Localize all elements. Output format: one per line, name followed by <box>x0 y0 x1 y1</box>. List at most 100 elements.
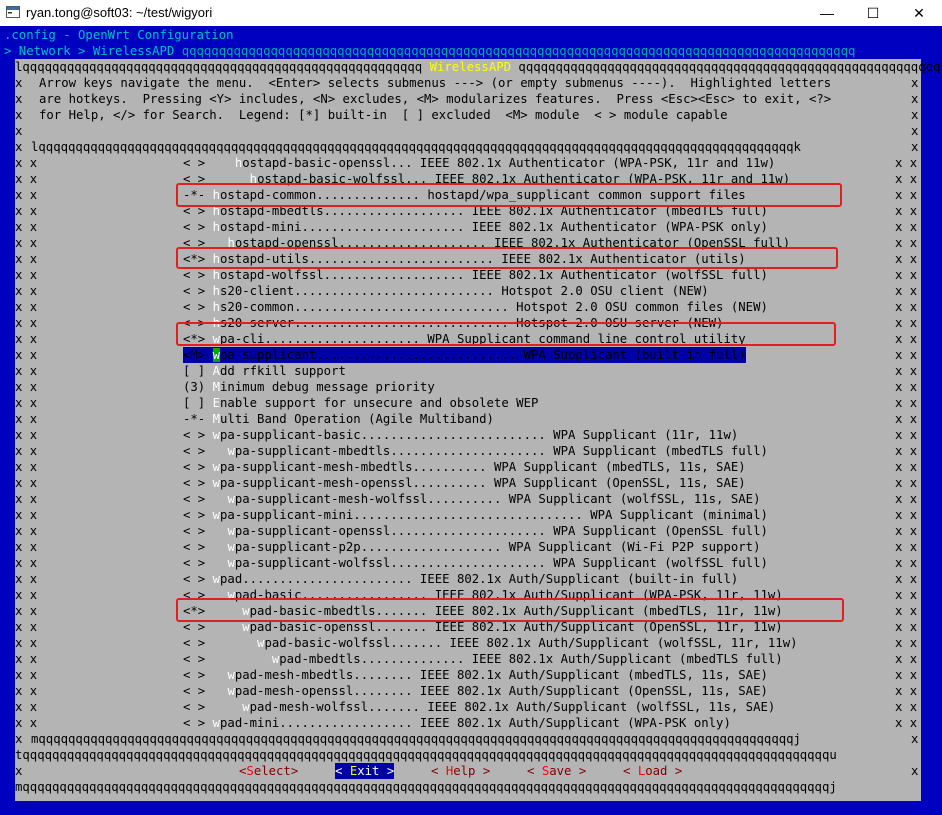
dialog-left-border: x x <box>15 668 38 682</box>
menu-item-hotkey: w <box>212 428 221 442</box>
menu-item-hotkey: E <box>212 396 221 410</box>
dialog-right-border: x x <box>895 284 918 298</box>
dialog-right-border: x x <box>895 396 918 410</box>
menu-item[interactable]: < > hs20-client.........................… <box>183 283 709 299</box>
close-button[interactable]: ✕ <box>896 0 942 26</box>
menu-item-hotkey: w <box>212 476 221 490</box>
menu-item-state: < > <box>183 652 206 666</box>
dialog-right-border: x x <box>895 524 918 538</box>
dialog-left-border: x x <box>15 156 38 170</box>
menu-item[interactable]: [ ] Enable support for unsecure and obso… <box>183 395 538 411</box>
close-icon: ✕ <box>913 4 925 21</box>
dialog-left-border: x x <box>15 524 38 538</box>
menu-item[interactable]: < > wpa-supplicant-p2p..................… <box>183 539 760 555</box>
help-button[interactable]: < Help > <box>431 763 490 779</box>
select-button[interactable]: <Select> <box>239 763 298 779</box>
menu-item[interactable]: < > wpad....................... IEEE 802… <box>183 571 738 587</box>
list-bottom-border: mqqqqqqqqqqqqqqqqqqqqqqqqqqqqqqqqqqqqqqq… <box>31 732 801 746</box>
annotation-box-hostapd-utils <box>176 247 838 269</box>
window-titlebar: ryan.tong@soft03: ~/test/wigyori — ☐ ✕ <box>0 0 942 26</box>
dialog-right-border: x <box>911 140 919 154</box>
menu-item-label: pa-supplicant-openssl...................… <box>234 524 768 538</box>
dialog-right-border: x x <box>895 668 918 682</box>
dialog-right-border: x x <box>895 508 918 522</box>
dialog-left-border: x x <box>15 396 38 410</box>
menu-item-state: <M> <box>183 348 206 362</box>
dialog-right-border: x x <box>895 652 918 666</box>
menu-item-hotkey: w <box>212 716 221 730</box>
dialog-right-border: x x <box>895 700 918 714</box>
menu-item[interactable]: < > wpad-mesh-wolfssl....... IEEE 802.1x… <box>183 699 775 715</box>
dialog-right-border: x x <box>895 316 918 330</box>
menu-item[interactable]: [ ] Add rfkill support <box>183 363 346 379</box>
menu-item-state: < > <box>183 716 206 730</box>
maximize-button[interactable]: ☐ <box>850 0 896 26</box>
menu-item[interactable]: < > hostapd-basic-openssl... IEEE 802.1x… <box>183 155 775 171</box>
dialog-left-border: x <box>15 124 23 138</box>
menu-item-state: < > <box>183 524 206 538</box>
menu-item-label: ostapd-basic-openssl... IEEE 802.1x Auth… <box>242 156 776 170</box>
menu-item[interactable]: -*- Multi Band Operation (Agile Multiban… <box>183 411 494 427</box>
dialog-right-border: x <box>911 764 919 778</box>
menu-item[interactable]: < > wpad-basic-wolfssl....... IEEE 802.1… <box>183 635 798 651</box>
maximize-icon: ☐ <box>866 4 880 21</box>
dialog-left-border: x x <box>15 684 38 698</box>
menu-item[interactable]: < > wpa-supplicant-mesh-mbedtls.........… <box>183 459 746 475</box>
menu-item-hotkey: w <box>212 348 221 362</box>
menu-item[interactable]: < > hs20-common.........................… <box>183 299 768 315</box>
minimize-icon: — <box>820 5 834 21</box>
menu-item[interactable]: < > wpa-supplicant-mini.................… <box>183 507 768 523</box>
menu-item-label: pad-basic-wolfssl....... IEEE 802.1x Aut… <box>264 636 798 650</box>
menu-item[interactable]: < > wpad-mesh-openssl........ IEEE 802.1… <box>183 683 768 699</box>
menu-item[interactable]: < > hostapd-wolfssl................... I… <box>183 267 768 283</box>
help-text-line-2: are hotkeys. Pressing <Y> includes, <N> … <box>39 92 832 106</box>
menu-item-hotkey: h <box>212 220 221 234</box>
dialog-left-border: x x <box>15 652 38 666</box>
dialog-left-border: x x <box>15 236 38 250</box>
menu-item-label: pa-supplicant...........................… <box>220 348 746 362</box>
menu-item-state: < > <box>183 700 206 714</box>
terminal-screen[interactable]: .config - OpenWrt Configuration > Networ… <box>0 26 942 815</box>
dialog-left-border: x x <box>15 412 38 426</box>
menu-item-label: pa-supplicant-wolfssl...................… <box>234 556 768 570</box>
menu-item-label: pad-mini.................. IEEE 802.1x A… <box>220 716 731 730</box>
menu-item-state: < > <box>183 684 206 698</box>
menu-item-label: pa-supplicant-mini......................… <box>220 508 768 522</box>
menu-item[interactable]: < > wpa-supplicant-mesh-wolfssl.........… <box>183 491 760 507</box>
dialog-left-border: x x <box>15 172 38 186</box>
dialog-right-border: x x <box>895 252 918 266</box>
menu-item[interactable]: < > hostapd-mini...................... I… <box>183 219 768 235</box>
dialog-left-border: x x <box>15 316 38 330</box>
menu-item-hotkey: w <box>227 444 235 458</box>
dialog-left-border: x <box>15 76 23 90</box>
dialog-right-border: x x <box>895 492 918 506</box>
minimize-button[interactable]: — <box>804 0 850 26</box>
menu-item-state: [ ] <box>183 364 206 378</box>
menu-item[interactable]: < > wpa-supplicant-openssl..............… <box>183 523 768 539</box>
menu-item[interactable]: < > wpa-supplicant-basic................… <box>183 427 738 443</box>
dialog-left-border: x x <box>15 300 38 314</box>
menu-item[interactable]: (3) Minimum debug message priority <box>183 379 435 395</box>
menu-item[interactable]: < > wpa-supplicant-mbedtls..............… <box>183 443 768 459</box>
menu-item-selected[interactable]: <M> wpa-supplicant......................… <box>183 347 746 363</box>
menu-item[interactable]: < > wpad-mini.................. IEEE 802… <box>183 715 731 731</box>
menu-item[interactable]: < > wpad-mbedtls.............. IEEE 802.… <box>183 651 783 667</box>
menu-item-hotkey: w <box>227 540 235 554</box>
menu-item-label: pad-mesh-wolfssl....... IEEE 802.1x Auth… <box>249 700 776 714</box>
menu-item-state: < > <box>183 492 206 506</box>
load-button[interactable]: < Load > <box>623 763 682 779</box>
help-text-line-3: for Help, </> for Search. Legend: [*] bu… <box>39 108 728 122</box>
dialog-left-border: x x <box>15 540 38 554</box>
menu-item[interactable]: < > wpa-supplicant-wolfssl..............… <box>183 555 768 571</box>
dialog-right-border: x x <box>895 172 918 186</box>
exit-button[interactable]: < Exit > <box>335 763 395 779</box>
menu-item[interactable]: < > wpa-supplicant-mesh-openssl.........… <box>183 475 746 491</box>
dialog-left-border: x <box>15 108 23 122</box>
dialog-left-border: x x <box>15 188 38 202</box>
dialog-right-border: x x <box>895 188 918 202</box>
save-button[interactable]: < Save > <box>527 763 586 779</box>
menu-item-state: [ ] <box>183 396 206 410</box>
menu-item[interactable]: < > wpad-mesh-mbedtls........ IEEE 802.1… <box>183 667 768 683</box>
dialog-right-border: x x <box>895 348 918 362</box>
menu-item-indent <box>213 492 228 506</box>
